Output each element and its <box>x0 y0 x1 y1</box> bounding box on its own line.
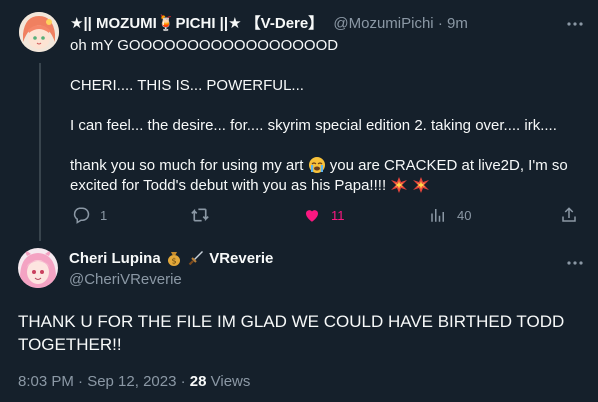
author-name-suffix[interactable]: VReverie <box>209 250 273 267</box>
views-button[interactable]: 40 <box>429 206 471 224</box>
tweet-text-segment: thank you so much for using my art <box>70 157 304 174</box>
reply-icon <box>72 206 90 224</box>
tweet-body: oh mY GOOOOOOOOOOOOOOOOOD CHERI.... THIS… <box>70 36 585 194</box>
author-handle[interactable]: @CheriVReverie <box>69 271 182 288</box>
more-horizontal-icon[interactable] <box>567 255 583 265</box>
tweet-line: I can feel... the desire... for.... skyr… <box>70 117 557 134</box>
tweet-line: CHERI.... THIS IS... POWERFUL... <box>70 77 304 94</box>
reply-button[interactable]: 1 <box>72 206 107 224</box>
collision-emoji <box>413 177 430 193</box>
tweet-date[interactable]: 8:03 PM · Sep 12, 2023 · <box>18 373 186 390</box>
loudly-crying-face-emoji <box>308 157 325 173</box>
reply-count: 1 <box>100 207 108 223</box>
more-horizontal-icon[interactable] <box>567 16 583 26</box>
heart-icon <box>303 206 321 224</box>
views-label: Views <box>210 373 251 390</box>
view-count: 40 <box>457 207 472 223</box>
dagger-emoji <box>188 250 204 266</box>
author-display-name[interactable]: ★|| MOZUMI🍹PICHI ||★ 【V-Dere】 <box>70 15 323 32</box>
thread-connector-line <box>39 63 41 241</box>
tweet-actions: 1 11 40 <box>70 206 580 226</box>
reply-tweet-body: THANK U FOR THE FILE IM GLAD WE COULD HA… <box>18 312 565 354</box>
view-count: 28 <box>189 373 207 390</box>
like-count: 11 <box>331 207 345 223</box>
money-bag-emoji: $ <box>166 250 182 266</box>
author-handle[interactable]: @MozumiPichi <box>333 15 433 32</box>
avatar-cheri[interactable] <box>18 248 58 288</box>
tweet-line-with-emoji: excited for Todd's debut with you as his… <box>70 176 430 196</box>
share-button[interactable] <box>560 206 578 224</box>
svg-text:$: $ <box>171 257 176 266</box>
author-display-name[interactable]: Cheri Lupina <box>69 250 161 267</box>
tweet-timestamp[interactable]: 9m <box>447 15 468 32</box>
retweet-button[interactable] <box>190 206 210 224</box>
analytics-icon <box>429 206 447 224</box>
tweet-text-segment: you are CRACKED at live2D, I'm so <box>329 157 568 174</box>
retweet-icon <box>190 206 210 224</box>
tweet-line: oh mY GOOOOOOOOOOOOOOOOOD <box>70 37 339 54</box>
dot-separator: · <box>437 15 443 32</box>
collision-emoji <box>391 177 408 193</box>
tweet-line-with-emoji: thank you so much for using my art you a… <box>70 156 568 176</box>
share-icon <box>560 206 578 224</box>
like-button[interactable]: 11 <box>303 206 345 224</box>
tweet-text-segment: excited for Todd's debut with you as his… <box>70 177 387 194</box>
avatar-mozumi[interactable] <box>19 12 59 52</box>
